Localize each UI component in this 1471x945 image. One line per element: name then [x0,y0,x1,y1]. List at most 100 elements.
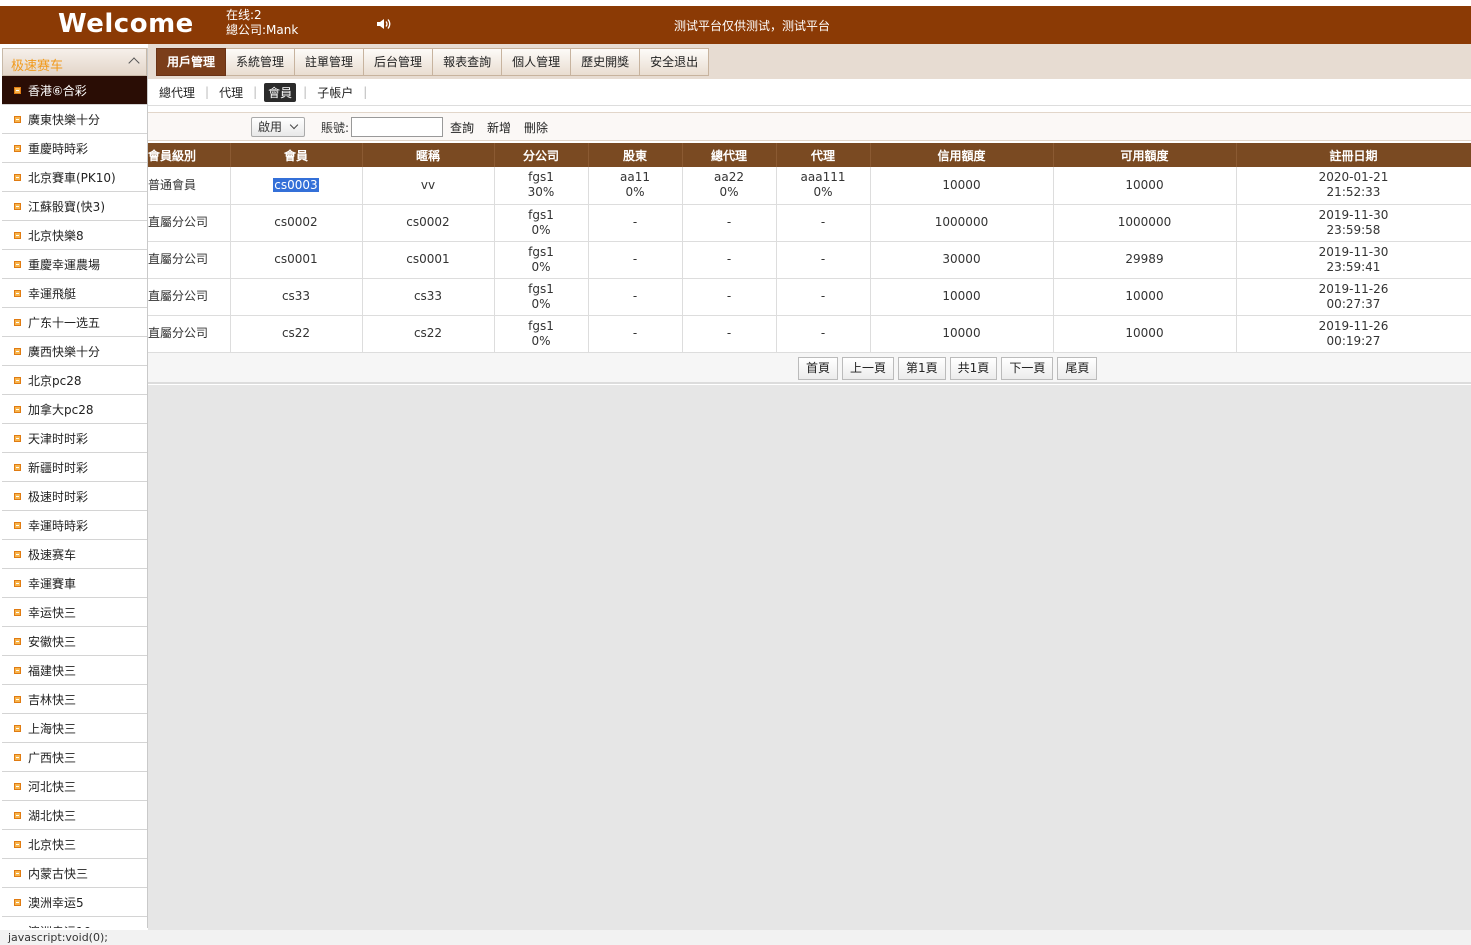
sidebar-item[interactable]: 澳洲幸运5 [2,888,147,917]
sidebar-item[interactable]: 极速时时彩 [2,482,147,511]
account-input[interactable] [351,117,443,137]
sidebar-item[interactable]: 安徽快三 [2,627,147,656]
sidebar-item-label: 北京pc28 [28,373,82,388]
pager-button[interactable]: 尾頁 [1057,357,1098,380]
tab-item[interactable]: 系統管理 [226,48,296,76]
cell-gagent-text: - [726,326,732,340]
cell-member[interactable]: cs0001 [230,241,363,279]
cell-avail-text: 1000000 [1117,215,1172,229]
sidebar-item[interactable]: 幸運時時彩 [2,511,147,540]
tab-item[interactable]: 報表查詢 [433,48,503,76]
bullet-icon [14,492,21,500]
cell-holder-text: - [632,252,638,266]
sidebar-item[interactable]: 极速赛车 [2,540,147,569]
add-button[interactable]: 新增 [487,119,511,136]
sidebar-item[interactable]: 幸运快三 [2,598,147,627]
cell-agent-text: - [820,289,826,303]
sidebar-item[interactable]: 广东十一选五 [2,308,147,337]
sidebar-item[interactable]: 上海快三 [2,714,147,743]
bullet-icon [14,811,21,819]
content-area [148,385,1471,930]
sidebar-item[interactable]: 廣東快樂十分 [2,105,147,134]
sidebar-header[interactable]: 极速赛车 [2,48,147,76]
sidebar-item[interactable]: 澳洲幸运10 [2,917,147,928]
cell-member-text: cs33 [281,289,311,303]
cell-branch-text: 0% [531,333,551,348]
cell-date: 2019-11-30 23:59:58 [1236,204,1471,242]
bullet-icon [14,840,21,848]
sidebar-item[interactable]: 福建快三 [2,656,147,685]
bullet-icon [14,521,21,529]
cell-branch-text: 0% [531,259,551,274]
cell-gagent-text: - [726,289,732,303]
cell-member[interactable]: cs0002 [230,204,363,242]
logo: Welcome [58,9,194,39]
sidebar-item[interactable]: 廣西快樂十分 [2,337,147,366]
tab-item[interactable]: 安全退出 [640,48,710,76]
online-info: 在线:2 總公司:Mank [226,8,298,38]
tab-item[interactable]: 后台管理 [364,48,434,76]
cell-holder-text: 0% [625,185,645,200]
subnav-item[interactable]: 代理 [216,84,246,101]
sidebar-item[interactable]: 广西快三 [2,743,147,772]
cell-level: 普通會員 [148,167,231,205]
query-button[interactable]: 查詢 [450,119,474,136]
sidebar-item[interactable]: 天津时时彩 [2,424,147,453]
sidebar-item[interactable]: 江蘇骰寶(快3) [2,192,147,221]
pager-button[interactable]: 第1頁 [898,357,946,380]
sidebar-item-label: 北京快三 [28,837,77,852]
cell-gagent-text: - [726,252,732,266]
tab-item[interactable]: 個人管理 [502,48,572,76]
sidebar-item[interactable]: 北京賽車(PK10) [2,163,147,192]
bullet-icon [14,347,21,355]
sidebar-item-label: 廣西快樂十分 [28,344,101,359]
sidebar-item-label: 澳洲幸运5 [28,895,84,910]
sidebar-item-label: 北京快樂8 [28,228,84,243]
tab-item[interactable]: 註單管理 [295,48,365,76]
cell-branch: fgs1 0% [494,278,589,316]
cell-member[interactable]: cs0003 [230,167,363,205]
cell-member[interactable]: cs33 [230,278,363,316]
sidebar-item-label: 广西快三 [28,750,77,765]
cell-avail: 10000 [1053,278,1237,316]
cell-date-text: 00:19:27 [1326,333,1381,348]
subnav-item[interactable]: 子帳户 [314,84,356,101]
cell-date: 2019-11-26 00:19:27 [1236,315,1471,353]
sidebar-item[interactable]: 吉林快三 [2,685,147,714]
sidebar-item[interactable]: 加拿大pc28 [2,395,147,424]
sidebar-item[interactable]: 香港⑥合彩 [2,76,147,105]
cell-credit-text: 1000000 [934,215,989,229]
sidebar-item[interactable]: 北京pc28 [2,366,147,395]
sidebar-item[interactable]: 幸運賽車 [2,569,147,598]
sidebar-item[interactable]: 北京快樂8 [2,221,147,250]
speaker-icon[interactable] [376,17,392,31]
cell-level-text: 直屬分公司 [148,289,209,303]
cell-branch: fgs1 0% [494,315,589,353]
subnav-item[interactable]: 總代理 [156,84,198,101]
cell-holder-text: - [632,289,638,303]
sidebar: 极速赛车 香港⑥合彩 廣東快樂十分 重慶時時彩 北京賽車(PK10) 江蘇骰寶(快3) 北… [2,48,148,928]
pager-button[interactable]: 上一頁 [842,357,895,380]
bullet-icon [14,869,21,877]
sidebar-item[interactable]: 北京快三 [2,830,147,859]
cell-branch-text: fgs1 [528,244,554,259]
pager-button[interactable]: 共1頁 [949,357,998,380]
cell-branch: fgs1 30% [494,167,589,205]
status-select[interactable]: 啟用 [251,117,305,137]
tab-item[interactable]: 用戶管理 [156,48,227,76]
cell-member[interactable]: cs22 [230,315,363,353]
sidebar-item[interactable]: 重慶幸運農場 [2,250,147,279]
sidebar-item[interactable]: 新疆时时彩 [2,453,147,482]
pager-button[interactable]: 下一頁 [1001,357,1054,380]
sidebar-item[interactable]: 内蒙古快三 [2,859,147,888]
sidebar-item[interactable]: 河北快三 [2,772,147,801]
cell-credit-text: 10000 [942,177,981,192]
sidebar-item[interactable]: 幸運飛艇 [2,279,147,308]
subnav-item[interactable]: 會員 [264,82,297,102]
pager-button[interactable]: 首頁 [798,357,839,380]
sidebar-item[interactable]: 重慶時時彩 [2,134,147,163]
cell-gagent: - [682,278,777,316]
tab-item[interactable]: 歷史開獎 [571,48,641,76]
delete-button[interactable]: 刪除 [524,119,548,136]
sidebar-item[interactable]: 湖北快三 [2,801,147,830]
